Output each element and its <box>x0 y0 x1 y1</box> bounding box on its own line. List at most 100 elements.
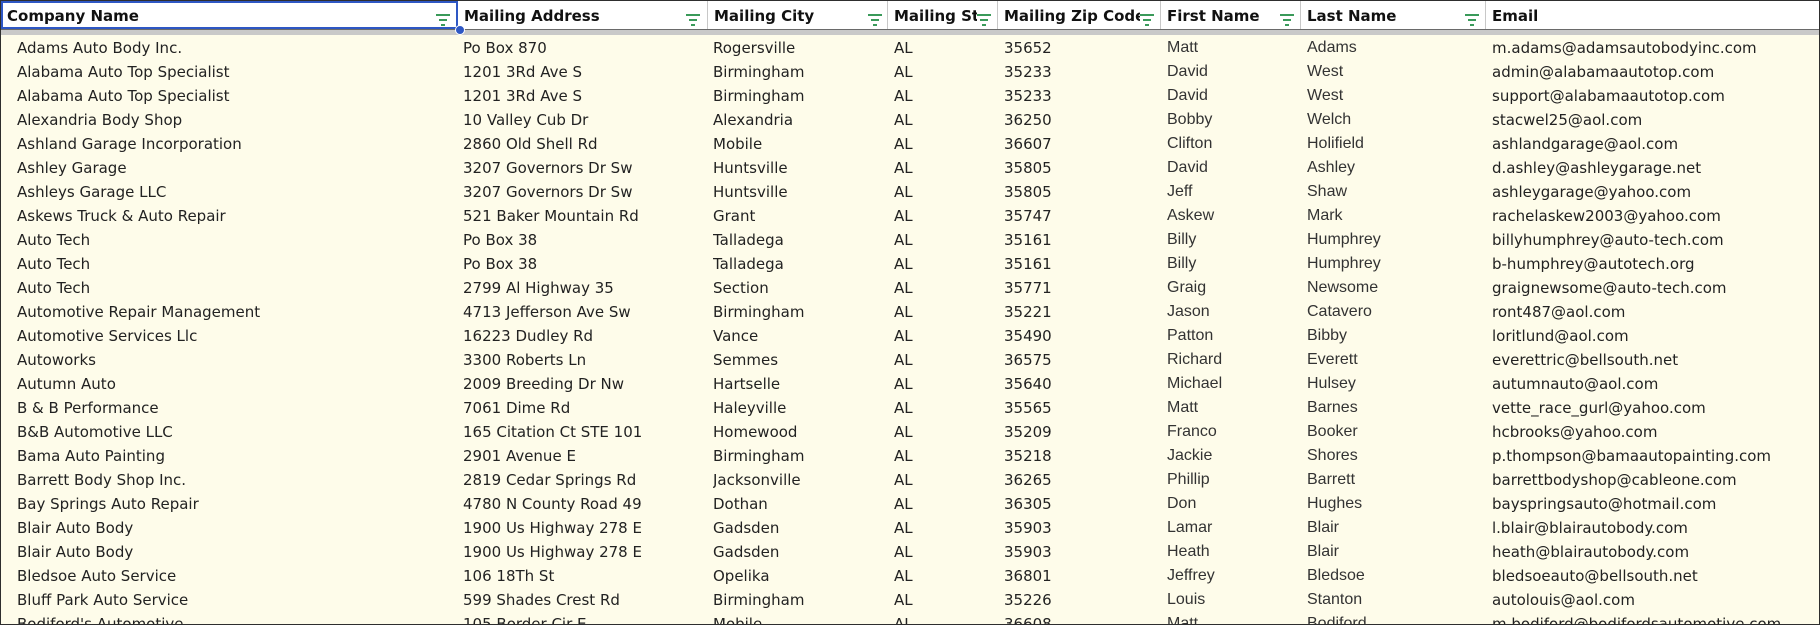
cell-address[interactable]: 3207 Governors Dr Sw <box>463 156 709 180</box>
cell-zip[interactable]: 35771 <box>1004 276 1162 300</box>
cell-first[interactable]: Matt <box>1167 36 1303 60</box>
filter-funnel-icon[interactable] <box>1465 8 1481 26</box>
cell-first[interactable]: Franco <box>1167 420 1303 444</box>
cell-company[interactable]: Ashleys Garage LLC <box>17 180 453 204</box>
cell-city[interactable]: Alexandria <box>713 108 891 132</box>
cell-city[interactable]: Hartselle <box>713 372 891 396</box>
cell-state[interactable]: AL <box>894 396 998 420</box>
cell-zip[interactable]: 35161 <box>1004 252 1162 276</box>
cell-state[interactable]: AL <box>894 516 998 540</box>
cell-email[interactable]: l.blair@blairautobody.com <box>1492 516 1817 540</box>
cell-state[interactable]: AL <box>894 252 998 276</box>
cell-state[interactable]: AL <box>894 108 998 132</box>
cell-email[interactable]: admin@alabamaautotop.com <box>1492 60 1817 84</box>
cell-zip[interactable]: 35805 <box>1004 180 1162 204</box>
cell-state[interactable]: AL <box>894 540 998 564</box>
cell-address[interactable]: 521 Baker Mountain Rd <box>463 204 709 228</box>
cell-city[interactable]: Jacksonville <box>713 468 891 492</box>
filter-funnel-icon[interactable] <box>1280 8 1296 26</box>
cell-zip[interactable]: 35903 <box>1004 540 1162 564</box>
cell-state[interactable]: AL <box>894 444 998 468</box>
cell-company[interactable]: Ashland Garage Incorporation <box>17 132 453 156</box>
cell-state[interactable]: AL <box>894 276 998 300</box>
cell-first[interactable]: Graig <box>1167 276 1303 300</box>
filter-funnel-icon[interactable] <box>868 8 884 26</box>
cell-zip[interactable]: 36265 <box>1004 468 1162 492</box>
cell-first[interactable]: Bobby <box>1167 108 1303 132</box>
cell-zip[interactable]: 36608 <box>1004 612 1162 624</box>
cell-first[interactable]: David <box>1167 84 1303 108</box>
cell-first[interactable]: Jason <box>1167 300 1303 324</box>
cell-email[interactable]: vette_race_gurl@yahoo.com <box>1492 396 1817 420</box>
cell-city[interactable]: Dothan <box>713 492 891 516</box>
cell-city[interactable]: Talladega <box>713 228 891 252</box>
cell-city[interactable]: Birmingham <box>713 588 891 612</box>
cell-city[interactable]: Mobile <box>713 612 891 624</box>
cell-company[interactable]: Blair Auto Body <box>17 516 453 540</box>
filter-funnel-icon[interactable] <box>977 8 993 26</box>
cell-company[interactable]: Adams Auto Body Inc. <box>17 36 453 60</box>
column-header-zip[interactable]: Mailing Zip Code <box>998 1 1161 29</box>
cell-zip[interactable]: 35640 <box>1004 372 1162 396</box>
cell-zip[interactable]: 35209 <box>1004 420 1162 444</box>
cell-state[interactable]: AL <box>894 492 998 516</box>
cell-city[interactable]: Gadsden <box>713 540 891 564</box>
cell-last[interactable]: Mark <box>1307 204 1487 228</box>
cell-last[interactable]: Holifield <box>1307 132 1487 156</box>
cell-state[interactable]: AL <box>894 156 998 180</box>
cell-city[interactable]: Gadsden <box>713 516 891 540</box>
cell-zip[interactable]: 36801 <box>1004 564 1162 588</box>
cell-last[interactable]: West <box>1307 84 1487 108</box>
cell-zip[interactable]: 35652 <box>1004 36 1162 60</box>
cell-company[interactable]: Blair Auto Body <box>17 540 453 564</box>
cell-zip[interactable]: 35221 <box>1004 300 1162 324</box>
cell-email[interactable]: ront487@aol.com <box>1492 300 1817 324</box>
cell-address[interactable]: 16223 Dudley Rd <box>463 324 709 348</box>
cell-email[interactable]: hcbrooks@yahoo.com <box>1492 420 1817 444</box>
cell-email[interactable]: autolouis@aol.com <box>1492 588 1817 612</box>
cell-email[interactable]: b-humphrey@autotech.org <box>1492 252 1817 276</box>
column-header-state[interactable]: Mailing Sta <box>888 1 998 29</box>
cell-last[interactable]: West <box>1307 60 1487 84</box>
cell-address[interactable]: 2901 Avenue E <box>463 444 709 468</box>
cell-company[interactable]: Askews Truck & Auto Repair <box>17 204 453 228</box>
cell-first[interactable]: Michael <box>1167 372 1303 396</box>
cell-zip[interactable]: 36305 <box>1004 492 1162 516</box>
cell-last[interactable]: Adams <box>1307 36 1487 60</box>
cell-first[interactable]: Jeffrey <box>1167 564 1303 588</box>
cell-first[interactable]: Matt <box>1167 396 1303 420</box>
cell-city[interactable]: Huntsville <box>713 156 891 180</box>
cell-address[interactable]: 10 Valley Cub Dr <box>463 108 709 132</box>
cell-email[interactable]: autumnauto@aol.com <box>1492 372 1817 396</box>
cell-zip[interactable]: 35233 <box>1004 60 1162 84</box>
cell-last[interactable]: Blair <box>1307 540 1487 564</box>
cell-email[interactable]: m.adams@adamsautobodyinc.com <box>1492 36 1817 60</box>
column-header-city[interactable]: Mailing City <box>708 1 888 29</box>
cell-city[interactable]: Vance <box>713 324 891 348</box>
cell-state[interactable]: AL <box>894 36 998 60</box>
cell-email[interactable]: ashlandgarage@aol.com <box>1492 132 1817 156</box>
cell-city[interactable]: Semmes <box>713 348 891 372</box>
cell-company[interactable]: Automotive Repair Management <box>17 300 453 324</box>
cell-email[interactable]: m.bodiford@bodifordsautomotive.com <box>1492 612 1817 624</box>
cell-company[interactable]: B & B Performance <box>17 396 453 420</box>
cell-state[interactable]: AL <box>894 60 998 84</box>
cell-address[interactable]: 7061 Dime Rd <box>463 396 709 420</box>
cell-city[interactable]: Huntsville <box>713 180 891 204</box>
cell-address[interactable]: 3207 Governors Dr Sw <box>463 180 709 204</box>
cell-address[interactable]: 165 Citation Ct STE 101 <box>463 420 709 444</box>
cell-email[interactable]: stacwel25@aol.com <box>1492 108 1817 132</box>
cell-company[interactable]: Autoworks <box>17 348 453 372</box>
cell-email[interactable]: p.thompson@bamaautopainting.com <box>1492 444 1817 468</box>
cell-address[interactable]: 599 Shades Crest Rd <box>463 588 709 612</box>
cell-email[interactable]: barrettbodyshop@cableone.com <box>1492 468 1817 492</box>
cell-first[interactable]: David <box>1167 156 1303 180</box>
cell-company[interactable]: Auto Tech <box>17 228 453 252</box>
cell-state[interactable]: AL <box>894 324 998 348</box>
cell-email[interactable]: graignewsome@auto-tech.com <box>1492 276 1817 300</box>
cell-state[interactable]: AL <box>894 84 998 108</box>
cell-zip[interactable]: 35233 <box>1004 84 1162 108</box>
cell-last[interactable]: Hughes <box>1307 492 1487 516</box>
cell-city[interactable]: Birmingham <box>713 60 891 84</box>
cell-company[interactable]: Bluff Park Auto Service <box>17 588 453 612</box>
